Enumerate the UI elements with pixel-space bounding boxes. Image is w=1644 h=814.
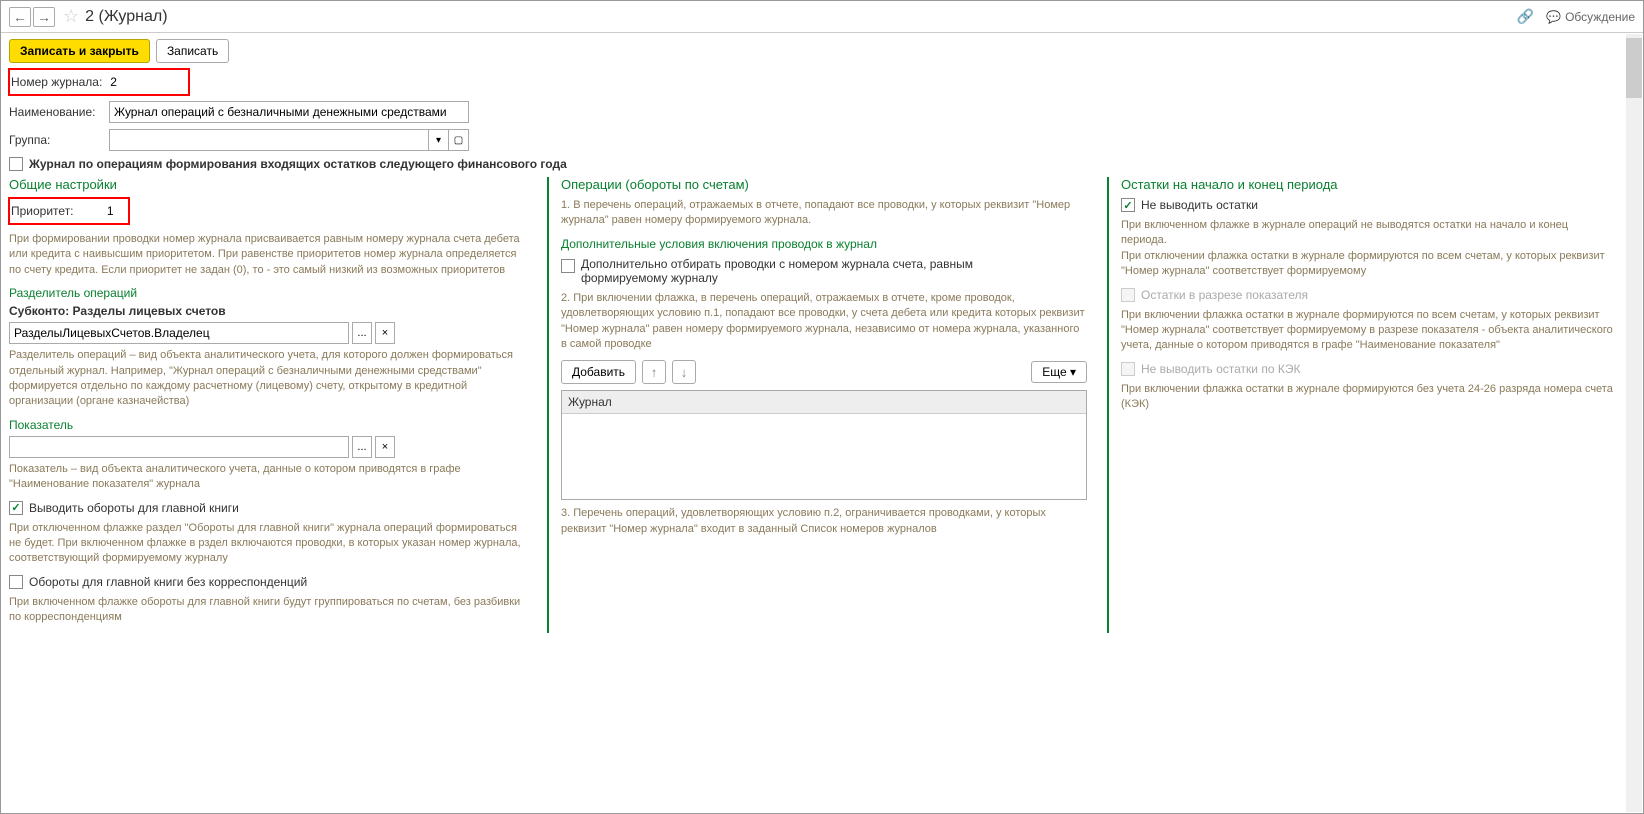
balances-title: Остатки на начало и конец периода: [1121, 177, 1615, 192]
journal-number-input[interactable]: [106, 71, 166, 93]
turnover-no-corr-checkbox[interactable]: [9, 575, 23, 589]
hide-balances-label: Не выводить остатки: [1141, 198, 1258, 212]
operations-text2: 2. При включении флажка, в перечень опер…: [561, 291, 1087, 353]
show-turnover-checkbox[interactable]: [9, 501, 23, 515]
save-button[interactable]: Записать: [156, 39, 229, 63]
subkonto-title: Субконто: Разделы лицевых счетов: [9, 304, 527, 318]
by-indicator-help: При включении флажка остатки в журнале ф…: [1121, 308, 1615, 354]
back-button[interactable]: ←: [9, 7, 31, 27]
divider-title: Разделитель операций: [9, 286, 527, 300]
priority-help: При формировании проводки номер журнала …: [9, 232, 527, 278]
subkonto-clear-button[interactable]: ×: [375, 322, 395, 344]
subkonto-input[interactable]: [9, 322, 349, 344]
additional-filter-label: Дополнительно отбирать проводки с номеро…: [581, 257, 1021, 285]
turnover-no-corr-label: Обороты для главной книги без корреспонд…: [29, 575, 307, 589]
no-kek-help: При включении флажка остатки в журнале ф…: [1121, 382, 1615, 413]
priority-input[interactable]: [78, 200, 118, 222]
group-label: Группа:: [9, 133, 109, 147]
indicator-clear-button[interactable]: ×: [375, 436, 395, 458]
general-settings-title: Общие настройки: [9, 177, 527, 192]
vertical-scrollbar[interactable]: [1626, 34, 1642, 812]
discuss-button[interactable]: 💬 Обсуждение: [1546, 10, 1635, 24]
move-down-button[interactable]: ↓: [672, 360, 696, 384]
more-button[interactable]: Еще ▾: [1031, 361, 1087, 383]
operations-title: Операции (обороты по счетам): [561, 177, 1087, 192]
discuss-label: Обсуждение: [1565, 10, 1635, 24]
link-icon[interactable]: 🔗: [1517, 8, 1534, 25]
no-kek-checkbox: [1121, 362, 1135, 376]
journals-table[interactable]: Журнал: [561, 390, 1087, 500]
turnover-no-corr-help: При включенном флажке обороты для главно…: [9, 595, 527, 626]
incoming-balance-label: Журнал по операциям формирования входящи…: [29, 157, 567, 171]
subkonto-select-button[interactable]: ...: [352, 322, 372, 344]
hide-balances-help: При включенном флажке в журнале операций…: [1121, 218, 1615, 280]
balances-by-indicator-label: Остатки в разрезе показателя: [1141, 288, 1308, 302]
no-kek-label: Не выводить остатки по КЭК: [1141, 362, 1300, 376]
balances-by-indicator-checkbox: [1121, 288, 1135, 302]
chat-icon: 💬: [1546, 10, 1561, 24]
additional-filter-checkbox[interactable]: [561, 259, 575, 273]
additional-conditions-title: Дополнительные условия включения проводо…: [561, 237, 1087, 251]
divider-help: Разделитель операций – вид объекта анали…: [9, 348, 527, 410]
priority-label: Приоритет:: [11, 204, 74, 218]
group-input[interactable]: [109, 129, 429, 151]
scrollbar-thumb[interactable]: [1626, 38, 1642, 98]
forward-button[interactable]: →: [33, 7, 55, 27]
show-turnover-help: При отключенном флажке раздел "Обороты д…: [9, 521, 527, 567]
name-label: Наименование:: [9, 105, 109, 119]
journal-number-label: Номер журнала:: [11, 75, 102, 89]
operations-text3: 3. Перечень операций, удовлетворяющих ус…: [561, 506, 1087, 537]
group-dropdown-button[interactable]: ▾: [429, 129, 449, 151]
move-up-button[interactable]: ↑: [642, 360, 666, 384]
name-input[interactable]: [109, 101, 469, 123]
group-open-button[interactable]: ▢: [449, 129, 469, 151]
favorite-star-icon[interactable]: ☆: [63, 6, 79, 27]
hide-balances-checkbox[interactable]: [1121, 198, 1135, 212]
save-and-close-button[interactable]: Записать и закрыть: [9, 39, 150, 63]
indicator-help: Показатель – вид объекта аналитического …: [9, 462, 527, 493]
incoming-balance-checkbox[interactable]: [9, 157, 23, 171]
indicator-input[interactable]: [9, 436, 349, 458]
operations-text1: 1. В перечень операций, отражаемых в отч…: [561, 198, 1087, 229]
page-title: 2 (Журнал): [85, 8, 167, 26]
show-turnover-label: Выводить обороты для главной книги: [29, 501, 239, 515]
table-header-journal: Журнал: [562, 391, 1086, 414]
add-button[interactable]: Добавить: [561, 360, 636, 384]
indicator-select-button[interactable]: ...: [352, 436, 372, 458]
indicator-title: Показатель: [9, 418, 527, 432]
